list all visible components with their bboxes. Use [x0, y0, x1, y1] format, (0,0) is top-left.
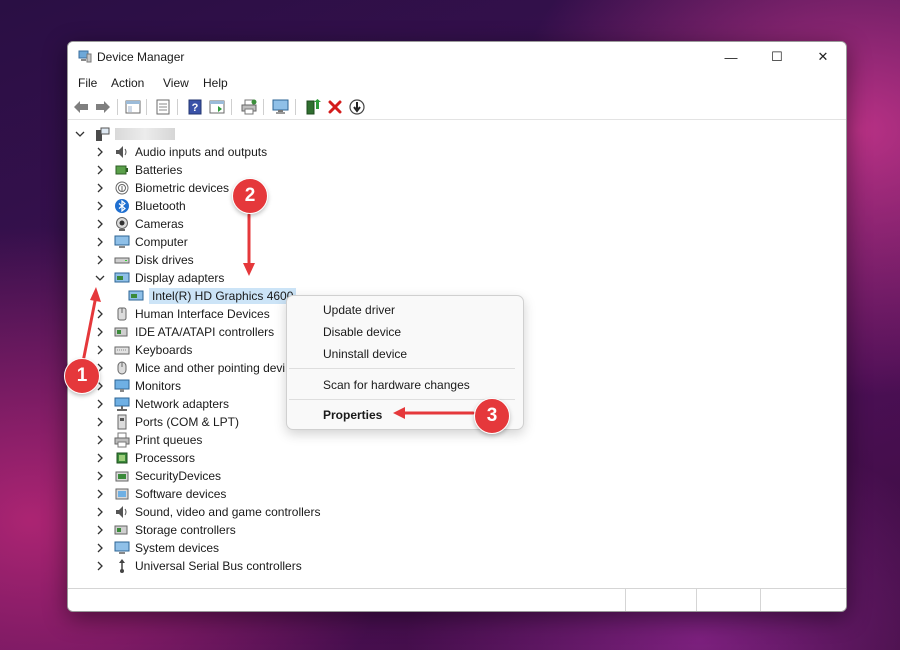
- annotation-badge-2: 2: [232, 178, 268, 214]
- arrow-1-shaft: [80, 294, 98, 369]
- arrow-3-head: [393, 407, 405, 419]
- arrow-1-head: [90, 287, 101, 302]
- annotation-badge-3: 3: [474, 398, 510, 434]
- arrow-2-head: [243, 263, 255, 276]
- annotation-badge-1: 1: [64, 358, 100, 394]
- annotation-arrows: [80, 213, 475, 419]
